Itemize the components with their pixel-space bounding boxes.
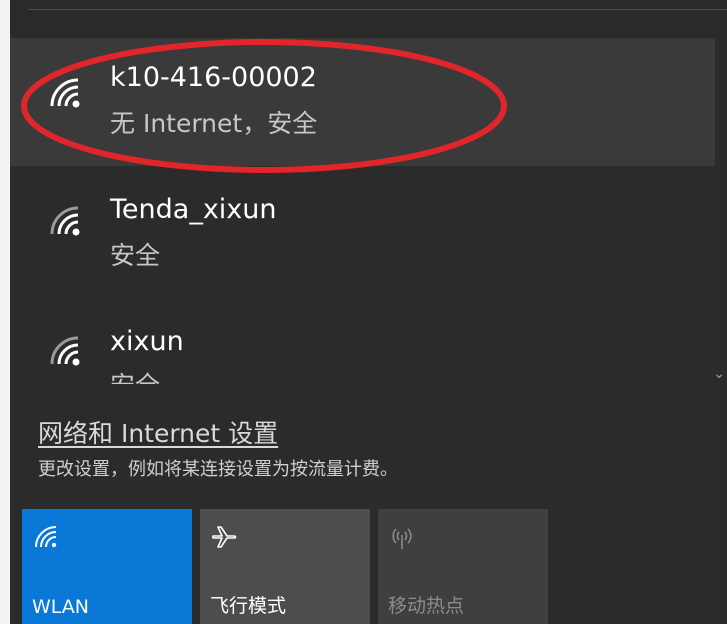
top-strip — [10, 0, 727, 38]
wifi-icon — [35, 526, 57, 548]
wifi-secured-icon — [50, 78, 80, 108]
network-settings-link[interactable]: 网络和 Internet 设置 — [38, 414, 278, 450]
wifi-secured-icon — [50, 206, 80, 236]
scroll-down-icon[interactable]: ⌄ — [713, 366, 725, 382]
network-name: k10-416-00002 — [110, 62, 317, 93]
network-name: xixun — [110, 326, 184, 357]
tile-label: 飞行模式 — [210, 595, 287, 617]
divider — [28, 9, 727, 10]
tile-label: WLAN — [32, 596, 90, 618]
network-status: 安全 — [110, 366, 160, 384]
network-item-tenda-xixun[interactable]: Tenda_xixun 安全 — [10, 166, 715, 294]
airplane-icon — [212, 526, 237, 548]
wlan-toggle-tile[interactable]: WLAN — [22, 509, 192, 624]
network-name: Tenda_xixun — [110, 194, 277, 225]
wifi-secured-icon — [50, 336, 80, 366]
network-item-xixun[interactable]: xixun 安全 — [10, 296, 715, 424]
airplane-mode-tile[interactable]: 飞行模式 — [200, 509, 370, 624]
network-status: 无 Internet，安全 — [110, 109, 318, 138]
window-edge — [0, 0, 10, 624]
network-item-k10-416-00002[interactable]: k10-416-00002 无 Internet，安全 — [10, 38, 715, 166]
network-status: 安全 — [110, 241, 161, 270]
hotspot-icon — [392, 528, 412, 549]
network-flyout: k10-416-00002 无 Internet，安全 Tenda_xixun … — [0, 0, 727, 624]
mobile-hotspot-tile[interactable]: 移动热点 — [378, 509, 548, 624]
tile-label: 移动热点 — [388, 595, 465, 617]
settings-description: 更改设置，例如将某连接设置为按流量计费。 — [38, 459, 398, 480]
